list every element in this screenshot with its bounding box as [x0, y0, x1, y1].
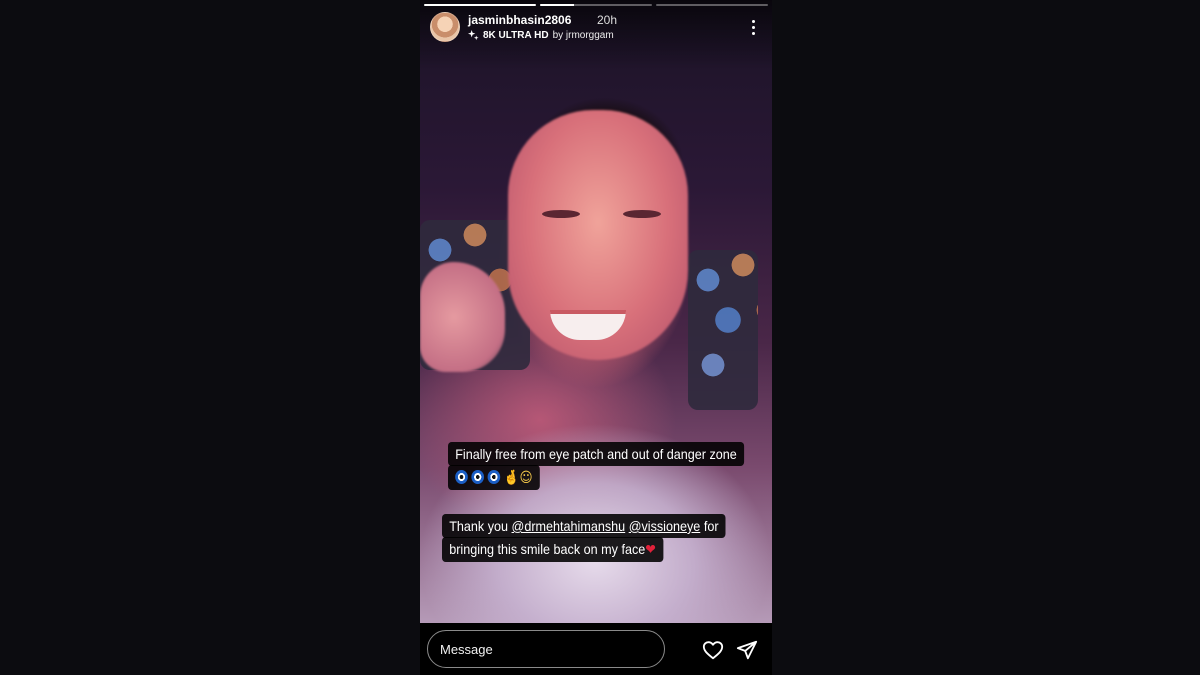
caption-line-4-text: bringing this smile back on my face [449, 541, 646, 557]
send-icon[interactable] [736, 639, 758, 661]
left-eye [542, 210, 580, 218]
story-photo[interactable]: jasminbhasin2806 20h 8K ULTRA HD by jrmo… [420, 0, 772, 623]
progress-segment-3 [656, 4, 768, 6]
more-vertical-icon-dot [751, 25, 755, 29]
caption-line-4: bringing this smile back on my face❤ [442, 537, 664, 562]
avatar[interactable] [430, 12, 460, 42]
evil-eye-emoji-icon [455, 470, 468, 484]
more-options-button[interactable] [746, 16, 760, 38]
smiling-face-emoji-icon: ☺ [519, 470, 533, 486]
evil-eye-emoji-icon [487, 470, 501, 484]
red-heart-emoji-icon: ❤ [645, 542, 656, 558]
caption-block-2: Thank you @drmehtahimanshu @vissioneye f… [442, 514, 772, 562]
pillow-pattern-right [688, 250, 758, 410]
post-time: 20h [597, 13, 618, 27]
progress-fill-2 [540, 4, 574, 6]
evil-eye-emoji-icon [471, 470, 484, 484]
music-title: 8K ULTRA HD [483, 30, 549, 41]
caption-block-1: Finally free from eye patch and out of d… [448, 442, 772, 490]
more-vertical-icon-dot [751, 31, 755, 35]
music-attribution[interactable]: 8K ULTRA HD by jrmorggam [468, 30, 614, 41]
progress-segment-1 [424, 4, 536, 6]
story-viewer[interactable]: jasminbhasin2806 20h 8K ULTRA HD by jrmo… [420, 0, 772, 675]
caption-line-1: Finally free from eye patch and out of d… [448, 442, 744, 466]
crossed-fingers-emoji-icon: 🤞 [503, 470, 520, 486]
story-header: jasminbhasin2806 20h 8K ULTRA HD by jrmo… [430, 12, 766, 44]
story-progress [424, 4, 768, 6]
music-artist: by jrmorggam [552, 30, 614, 41]
sparkle-music-icon [468, 30, 479, 41]
progress-segment-2 [540, 4, 652, 6]
thanks-prefix: Thank you [449, 518, 509, 534]
username[interactable]: jasminbhasin2806 [468, 13, 571, 27]
caption-line-2: 🤞☺ [448, 465, 540, 490]
more-vertical-icon [751, 19, 755, 23]
progress-fill-1 [424, 4, 536, 6]
caption-line-3: Thank you @drmehtahimanshu @vissioneye f… [442, 514, 726, 538]
mention-drmehtahimanshu[interactable]: @drmehtahimanshu [512, 518, 626, 534]
reply-bar [420, 623, 772, 675]
mention-vissioneye[interactable]: @vissioneye [629, 518, 701, 534]
message-input[interactable] [427, 630, 665, 668]
hand-shape [420, 262, 505, 372]
thanks-suffix: for [703, 518, 719, 534]
heart-icon[interactable] [702, 639, 724, 661]
right-eye [623, 210, 661, 218]
